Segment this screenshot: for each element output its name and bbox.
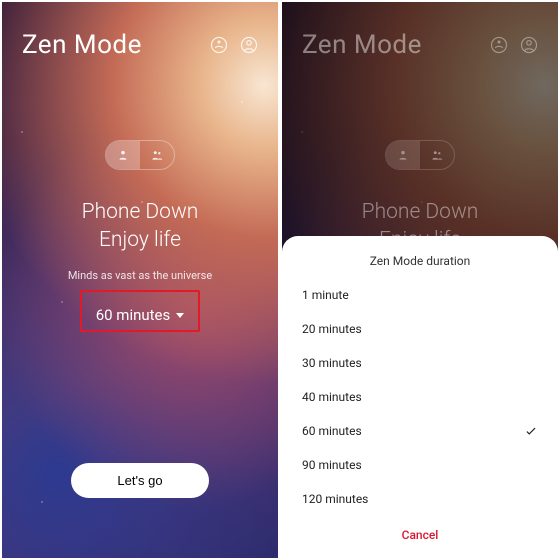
sheet-title: Zen Mode duration [302, 254, 538, 268]
sheet-cancel-button[interactable]: Cancel [302, 516, 538, 548]
duration-option[interactable]: 20 minutes [302, 312, 538, 346]
duration-option-label: 1 minute [302, 288, 349, 302]
chevron-down-icon [176, 313, 184, 318]
duration-option[interactable]: 1 minute [302, 278, 538, 312]
duration-option[interactable]: 120 minutes [302, 482, 538, 516]
profile-icon [520, 36, 538, 54]
headline-1: Phone Down [2, 198, 278, 226]
duration-option-label: 90 minutes [302, 458, 362, 472]
zen-mode-screen-with-sheet: Zen Mode Phone Down Enjoy life [280, 0, 560, 560]
subtitle: Minds as vast as the universe [2, 269, 278, 282]
mode-group[interactable] [140, 141, 174, 169]
headline-1: Phone Down [282, 198, 558, 226]
duration-option[interactable]: 90 minutes [302, 448, 538, 482]
duration-option[interactable]: 30 minutes [302, 346, 538, 380]
start-button[interactable]: Let's go [71, 463, 208, 498]
duration-option[interactable]: 40 minutes [302, 380, 538, 414]
check-icon [524, 424, 538, 438]
header: Zen Mode [2, 2, 278, 60]
duration-option-label: 60 minutes [302, 424, 362, 438]
duration-option-label: 120 minutes [302, 492, 368, 506]
meditation-icon [490, 36, 508, 54]
duration-option-label: 40 minutes [302, 390, 362, 404]
headline-2: Enjoy life [2, 226, 278, 254]
duration-option[interactable]: 60 minutes [302, 414, 538, 448]
meditation-icon[interactable] [210, 36, 228, 54]
duration-selector[interactable]: 60 minutes [92, 304, 189, 326]
mode-toggle [385, 140, 455, 170]
profile-icon[interactable] [240, 36, 258, 54]
duration-option-label: 20 minutes [302, 322, 362, 336]
mode-toggle[interactable] [105, 140, 175, 170]
app-title: Zen Mode [22, 30, 210, 60]
zen-mode-screen: Zen Mode Phone D [0, 0, 280, 560]
mode-solo[interactable] [106, 141, 140, 169]
app-title: Zen Mode [302, 30, 490, 60]
duration-option-label: 30 minutes [302, 356, 362, 370]
duration-value: 60 minutes [96, 306, 171, 324]
duration-bottom-sheet: Zen Mode duration 1 minute 20 minutes 30 m… [282, 236, 558, 558]
